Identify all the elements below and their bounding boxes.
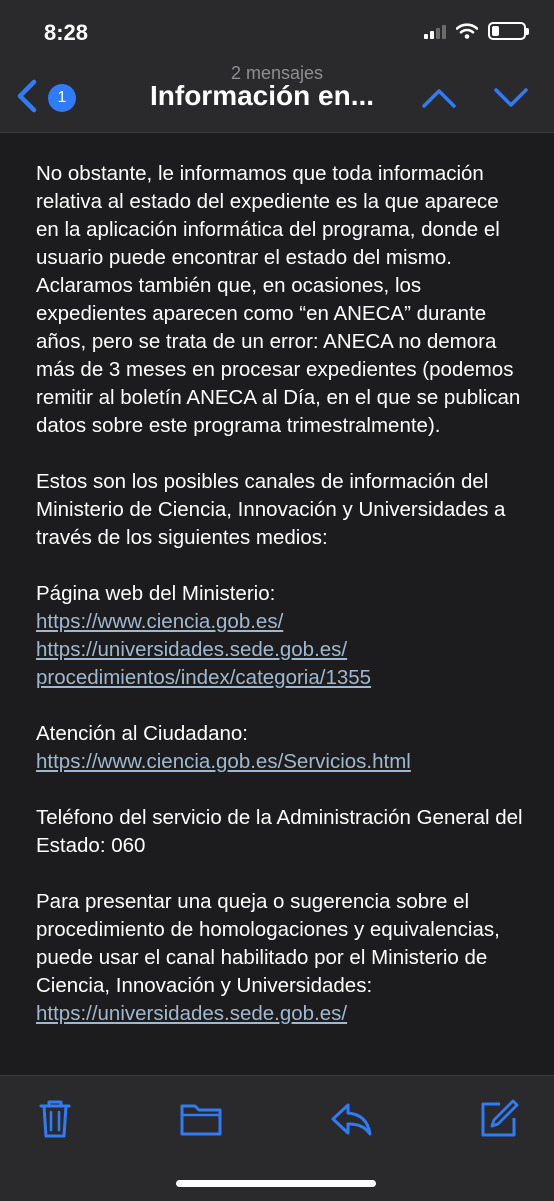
paragraph-channels: Estos son los posibles canales de inform… [36,470,506,549]
navigation-bar: 8:28 1 2 mensajes Información en... [0,0,554,133]
folder-icon[interactable] [178,1096,224,1142]
unread-badge[interactable]: 1 [48,84,76,112]
complaint-section: Para presentar una queja o sugerencia so… [36,888,526,1028]
next-message-chevron-down-icon[interactable] [492,82,530,112]
link-sede[interactable]: https://universidades.sede.gob.es/ [36,1000,347,1028]
link-servicios[interactable]: https://www.ciencia.gob.es/Servicios.htm… [36,748,411,776]
link-ciencia[interactable]: https://www.ciencia.gob.es/ [36,608,283,636]
message-body: No obstante, le informamos que toda info… [36,160,526,1075]
previous-message-chevron-up-icon[interactable] [420,82,458,112]
paragraph-phone: Teléfono del servicio de la Administraci… [36,806,523,857]
website-label: Página web del Ministerio: [36,582,276,605]
paragraph-status-info: No obstante, le informamos que toda info… [36,162,521,437]
wifi-icon [456,23,478,39]
trash-icon[interactable] [32,1096,78,1142]
citizen-attention-label: Atención al Ciudadano: [36,722,248,745]
compose-icon[interactable] [476,1096,522,1142]
reply-icon[interactable] [328,1096,374,1142]
status-icons [424,22,529,40]
citizen-attention-section: Atención al Ciudadano: https://www.cienc… [36,720,526,776]
link-universidades-part2[interactable]: procedimientos/index/categoria/1355 [36,664,371,692]
cellular-signal-icon [424,23,446,39]
thread-title: Información en... [150,80,375,111]
home-indicator[interactable] [176,1180,376,1187]
battery-icon [488,22,529,40]
website-section: Página web del Ministerio: https://www.c… [36,580,526,692]
link-universidades-part1[interactable]: https://universidades.sede.gob.es/ [36,636,347,664]
status-time: 8:28 [44,20,89,45]
complaint-text: Para presentar una queja o sugerencia so… [36,890,500,997]
